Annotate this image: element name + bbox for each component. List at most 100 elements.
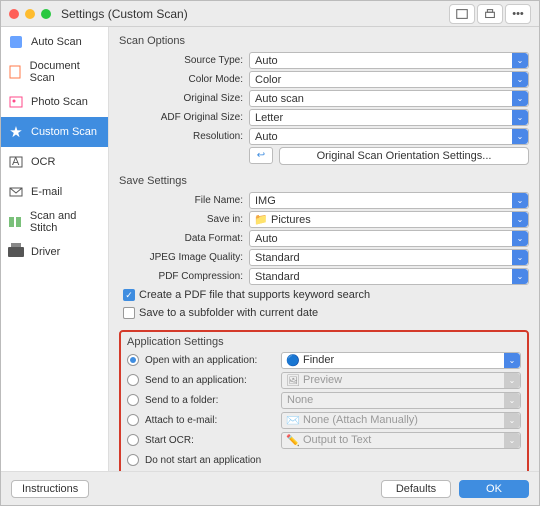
sidebar-item-driver[interactable]: Driver bbox=[1, 237, 108, 267]
toolbar-printer-icon[interactable] bbox=[477, 4, 503, 24]
sidebar-item-custom-scan[interactable]: ★ Custom Scan bbox=[1, 117, 108, 147]
settings-window: Settings (Custom Scan) ••• Auto Scan Doc… bbox=[0, 0, 540, 506]
instructions-button[interactable]: Instructions bbox=[11, 480, 89, 498]
auto-scan-icon bbox=[7, 33, 25, 51]
star-icon: ★ bbox=[7, 123, 25, 141]
chevron-down-icon: ⌄ bbox=[504, 373, 520, 388]
attach-email-select: ✉️None (Attach Manually)⌄ bbox=[281, 412, 521, 429]
start-ocr-radio[interactable] bbox=[127, 434, 139, 446]
scan-options-header: Scan Options bbox=[119, 31, 529, 49]
text-icon: ✏️ bbox=[287, 434, 299, 446]
finder-icon: 🔵 bbox=[287, 354, 299, 366]
file-name-label: File Name: bbox=[119, 195, 249, 206]
pdf-compression-select[interactable]: Standard⌄ bbox=[249, 268, 529, 285]
chevron-down-icon: ⌄ bbox=[512, 72, 528, 87]
chevron-down-icon: ⌄ bbox=[512, 212, 528, 227]
color-mode-label: Color Mode: bbox=[119, 74, 249, 85]
preview-icon: 🖼 bbox=[287, 374, 299, 386]
color-mode-select[interactable]: Color⌄ bbox=[249, 71, 529, 88]
sidebar-item-label: Auto Scan bbox=[31, 36, 82, 48]
data-format-select[interactable]: Auto⌄ bbox=[249, 230, 529, 247]
sidebar-item-label: E-mail bbox=[31, 186, 62, 198]
send-folder-select: None⌄ bbox=[281, 392, 521, 409]
sidebar-item-label: Custom Scan bbox=[31, 126, 97, 138]
sidebar-item-label: Photo Scan bbox=[31, 96, 88, 108]
pdf-keyword-checkbox[interactable]: ✓ bbox=[123, 289, 135, 301]
chevron-down-icon: ⌄ bbox=[512, 193, 528, 208]
sidebar-item-ocr[interactable]: A OCR bbox=[1, 147, 108, 177]
send-folder-label: Send to a folder: bbox=[145, 395, 275, 406]
chevron-down-icon: ⌄ bbox=[504, 413, 520, 428]
resolution-select[interactable]: Auto⌄ bbox=[249, 128, 529, 145]
chevron-down-icon: ⌄ bbox=[512, 129, 528, 144]
printer-icon bbox=[7, 243, 25, 261]
document-scan-icon bbox=[7, 63, 24, 81]
rotate-icon-button[interactable]: ↩︎ bbox=[249, 147, 273, 164]
source-type-label: Source Type: bbox=[119, 55, 249, 66]
pdf-keyword-label: Create a PDF file that supports keyword … bbox=[139, 289, 370, 301]
footer: Instructions Defaults OK bbox=[1, 471, 539, 505]
zoom-icon[interactable] bbox=[41, 9, 51, 19]
sidebar-item-label: Document Scan bbox=[30, 60, 102, 84]
window-controls bbox=[9, 9, 51, 19]
subfolder-checkbox[interactable] bbox=[123, 307, 135, 319]
stitch-icon bbox=[7, 213, 24, 231]
minimize-icon[interactable] bbox=[25, 9, 35, 19]
app-settings-header: Application Settings bbox=[127, 336, 521, 350]
jpeg-quality-label: JPEG Image Quality: bbox=[119, 252, 249, 263]
source-type-select[interactable]: Auto⌄ bbox=[249, 52, 529, 69]
chevron-down-icon: ⌄ bbox=[512, 110, 528, 125]
defaults-button[interactable]: Defaults bbox=[381, 480, 451, 498]
chevron-down-icon: ⌄ bbox=[512, 53, 528, 68]
start-ocr-label: Start OCR: bbox=[145, 435, 275, 446]
application-settings-section: Application Settings Open with an applic… bbox=[119, 330, 529, 471]
send-folder-radio[interactable] bbox=[127, 394, 139, 406]
svg-text:A: A bbox=[12, 156, 20, 168]
chevron-down-icon: ⌄ bbox=[512, 91, 528, 106]
do-not-start-label: Do not start an application bbox=[145, 455, 267, 466]
subfolder-label: Save to a subfolder with current date bbox=[139, 307, 318, 319]
sidebar-item-scan-stitch[interactable]: Scan and Stitch bbox=[1, 207, 108, 237]
attach-email-label: Attach to e-mail: bbox=[145, 415, 275, 426]
toolbar-scan-icon[interactable] bbox=[449, 4, 475, 24]
save-in-select[interactable]: 📁Pictures⌄ bbox=[249, 211, 529, 228]
start-ocr-select: ✏️Output to Text⌄ bbox=[281, 432, 521, 449]
chevron-down-icon: ⌄ bbox=[512, 269, 528, 284]
send-app-radio[interactable] bbox=[127, 374, 139, 386]
chevron-down-icon: ⌄ bbox=[512, 231, 528, 246]
chevron-down-icon: ⌄ bbox=[504, 393, 520, 408]
open-with-select[interactable]: 🔵Finder⌄ bbox=[281, 352, 521, 369]
photo-scan-icon bbox=[7, 93, 25, 111]
adf-original-size-label: ADF Original Size: bbox=[119, 112, 249, 123]
ok-button[interactable]: OK bbox=[459, 480, 529, 498]
titlebar: Settings (Custom Scan) ••• bbox=[1, 1, 539, 27]
open-with-label: Open with an application: bbox=[145, 355, 275, 366]
email-icon bbox=[7, 183, 25, 201]
sidebar-item-label: Scan and Stitch bbox=[30, 210, 102, 234]
toolbar-more-icon[interactable]: ••• bbox=[505, 4, 531, 24]
resolution-label: Resolution: bbox=[119, 131, 249, 142]
send-app-label: Send to an application: bbox=[145, 375, 275, 386]
sidebar-item-auto-scan[interactable]: Auto Scan bbox=[1, 27, 108, 57]
adf-original-size-select[interactable]: Letter⌄ bbox=[249, 109, 529, 126]
sidebar-item-photo-scan[interactable]: Photo Scan bbox=[1, 87, 108, 117]
data-format-label: Data Format: bbox=[119, 233, 249, 244]
jpeg-quality-select[interactable]: Standard⌄ bbox=[249, 249, 529, 266]
save-in-label: Save in: bbox=[119, 214, 249, 225]
open-with-radio[interactable] bbox=[127, 354, 139, 366]
sidebar-item-document-scan[interactable]: Document Scan bbox=[1, 57, 108, 87]
save-settings-header: Save Settings bbox=[119, 171, 529, 189]
sidebar: Auto Scan Document Scan Photo Scan ★ Cus… bbox=[1, 27, 109, 471]
file-name-select[interactable]: IMG⌄ bbox=[249, 192, 529, 209]
original-size-label: Original Size: bbox=[119, 93, 249, 104]
pdf-compression-label: PDF Compression: bbox=[119, 271, 249, 282]
folder-icon: 📁 bbox=[255, 214, 267, 226]
original-size-select[interactable]: Auto scan⌄ bbox=[249, 90, 529, 107]
do-not-start-radio[interactable] bbox=[127, 454, 139, 466]
sidebar-item-email[interactable]: E-mail bbox=[1, 177, 108, 207]
content-pane: Scan Options Source Type: Auto⌄ Color Mo… bbox=[109, 27, 539, 471]
attach-email-radio[interactable] bbox=[127, 414, 139, 426]
close-icon[interactable] bbox=[9, 9, 19, 19]
chevron-down-icon: ⌄ bbox=[504, 353, 520, 368]
orientation-settings-button[interactable]: Original Scan Orientation Settings... bbox=[279, 147, 529, 165]
